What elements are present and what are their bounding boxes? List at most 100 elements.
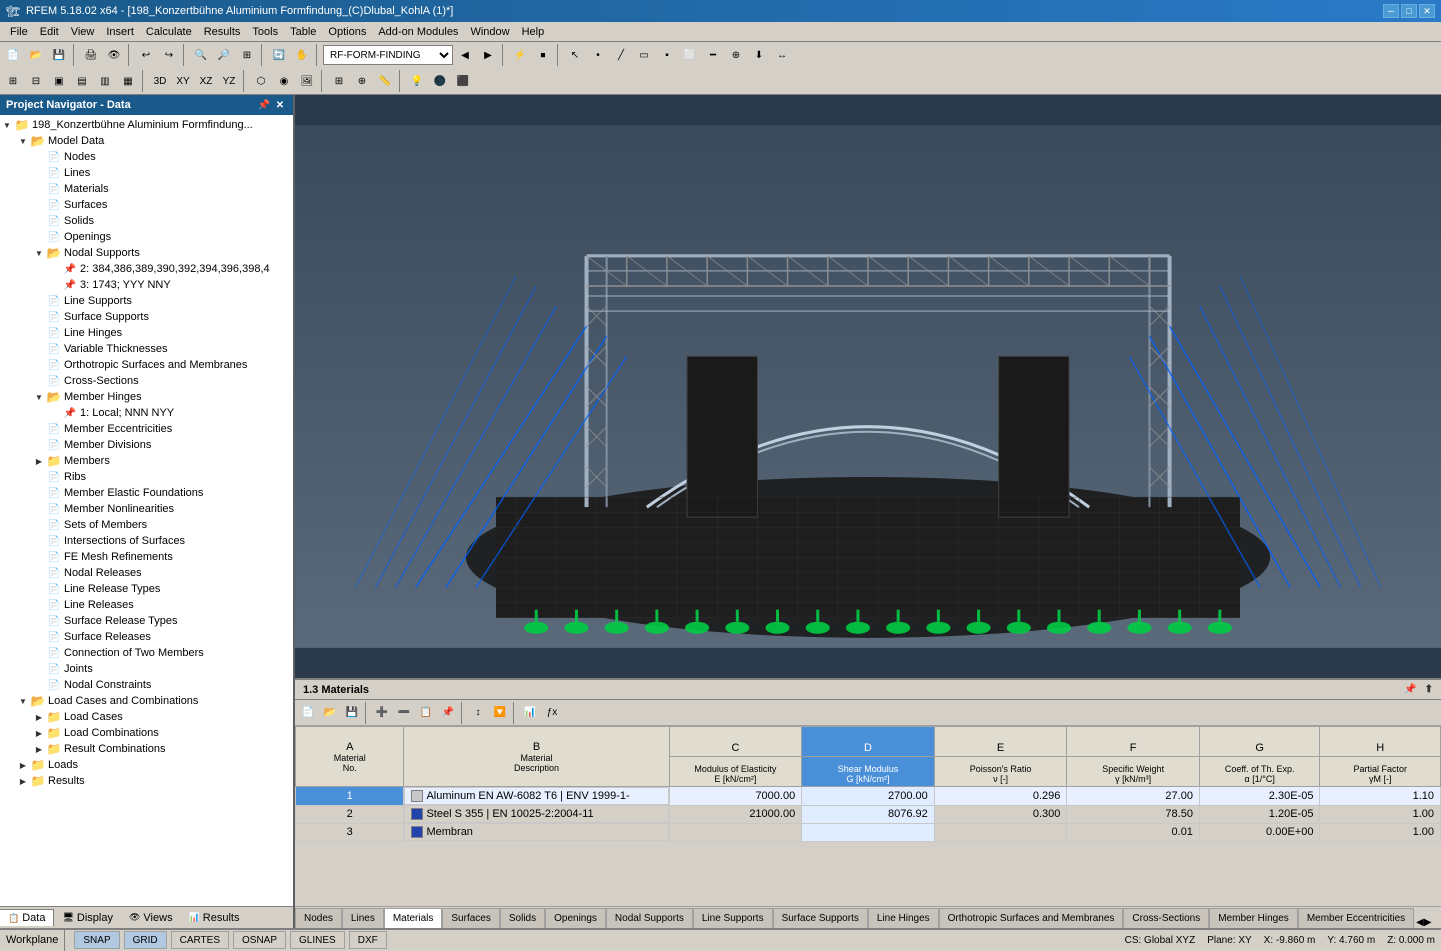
tree-item[interactable]: 📄Surfaces <box>0 197 293 213</box>
menu-tools[interactable]: Tools <box>246 25 284 39</box>
tree-item[interactable]: 📄Sets of Members <box>0 517 293 533</box>
tb-node[interactable]: • <box>587 44 609 66</box>
tb-save[interactable]: 💾 <box>48 44 70 66</box>
tb-r3[interactable]: ▣ <box>48 70 70 92</box>
addon-selector[interactable]: RF-FORM-FINDING <box>323 45 453 65</box>
data-tab-surfaces[interactable]: Surfaces <box>442 908 499 928</box>
status-glines[interactable]: GLINES <box>290 931 345 949</box>
nav-tab-display[interactable]: 🖥 Display <box>54 910 121 926</box>
tree-item[interactable]: ▼📁198_Konzertbühne Aluminium Formfindung… <box>0 117 293 133</box>
th-col-a[interactable]: A MaterialNo. <box>296 727 404 787</box>
dt-graph[interactable]: 📊 <box>519 702 541 724</box>
tree-item[interactable]: 📄Openings <box>0 229 293 245</box>
tb-preview[interactable]: 👁 <box>103 44 125 66</box>
data-tab-nodal-supports[interactable]: Nodal Supports <box>606 908 693 928</box>
tree-item[interactable]: 📌1: Local; NNN NYY <box>0 405 293 421</box>
tree-item[interactable]: 📄Intersections of Surfaces <box>0 533 293 549</box>
tree-item[interactable]: ▶📁Result Combinations <box>0 741 293 757</box>
tb-r5[interactable]: ▥ <box>94 70 116 92</box>
dt-open[interactable]: 📂 <box>319 702 341 724</box>
tb-view-side[interactable]: YZ <box>218 70 240 92</box>
th-col-h[interactable]: H <box>1320 727 1441 757</box>
tree-item[interactable]: 📄Member Elastic Foundations <box>0 485 293 501</box>
menu-options[interactable]: Options <box>322 25 372 39</box>
tb-redo[interactable]: ↪ <box>158 44 180 66</box>
minimize-btn[interactable]: ─ <box>1383 4 1399 18</box>
tree-item[interactable]: 📄Lines <box>0 165 293 181</box>
tb-solid[interactable]: ▪ <box>656 44 678 66</box>
tree-item[interactable]: 📄Member Divisions <box>0 437 293 453</box>
data-tab-surface-supports[interactable]: Surface Supports <box>773 908 868 928</box>
th-col-g-sub[interactable]: Coeff. of Th. Exp.α [1/°C] <box>1199 757 1320 787</box>
tb-r6[interactable]: ▦ <box>117 70 139 92</box>
tree-item[interactable]: ▶📁Load Combinations <box>0 725 293 741</box>
tb-view-top[interactable]: XY <box>172 70 194 92</box>
tb-stop[interactable]: ⏹ <box>532 44 554 66</box>
tree-item[interactable]: 📄Joints <box>0 661 293 677</box>
data-section-pin[interactable]: 📌 <box>1404 684 1416 695</box>
tb-next[interactable]: ▶ <box>477 44 499 66</box>
tree-item[interactable]: 📄Cross-Sections <box>0 373 293 389</box>
tree-item[interactable]: ▶📁Load Cases <box>0 709 293 725</box>
tree-item[interactable]: 📌3: 1743; YYY NNY <box>0 277 293 293</box>
tb-undo[interactable]: ↩ <box>135 44 157 66</box>
tb-light[interactable]: 💡 <box>406 70 428 92</box>
menu-table[interactable]: Table <box>284 25 322 39</box>
menu-help[interactable]: Help <box>516 25 551 39</box>
data-section-maxmin[interactable]: ⬆ <box>1425 684 1433 695</box>
nav-tab-views[interactable]: 👁 Views <box>121 910 181 926</box>
data-tab-cross-sections[interactable]: Cross-Sections <box>1123 908 1209 928</box>
tb-shadow[interactable]: 🌑 <box>429 70 451 92</box>
menu-results[interactable]: Results <box>198 25 247 39</box>
tree-container[interactable]: ▼📁198_Konzertbühne Aluminium Formfindung… <box>0 115 293 906</box>
tb-r2[interactable]: ⊟ <box>25 70 47 92</box>
th-col-e[interactable]: E <box>934 727 1067 757</box>
th-col-g[interactable]: G <box>1199 727 1320 757</box>
tb-surface[interactable]: ▭ <box>633 44 655 66</box>
tb-pan[interactable]: ✋ <box>291 44 313 66</box>
th-col-h-sub[interactable]: Partial FactorγM [-] <box>1320 757 1441 787</box>
dt-sort[interactable]: ↕ <box>467 702 489 724</box>
tb-wire[interactable]: ⬡ <box>250 70 272 92</box>
tb-r1[interactable]: ⊞ <box>2 70 24 92</box>
status-osnap[interactable]: OSNAP <box>233 931 286 949</box>
tree-item[interactable]: 📄Connection of Two Members <box>0 645 293 661</box>
th-col-d-sub[interactable]: Shear ModulusG [kN/cm²] <box>802 757 935 787</box>
tree-item[interactable]: 📄Nodes <box>0 149 293 165</box>
th-col-d[interactable]: D <box>802 727 935 757</box>
tree-item[interactable]: 📄Materials <box>0 181 293 197</box>
menu-window[interactable]: Window <box>464 25 515 39</box>
dt-copy[interactable]: 📋 <box>415 702 437 724</box>
tb-opening[interactable]: ⬜ <box>679 44 701 66</box>
tree-item[interactable]: 📄Line Hinges <box>0 325 293 341</box>
tree-item[interactable]: ▼📂Load Cases and Combinations <box>0 693 293 709</box>
table-row[interactable]: 2 Steel S 355 | EN 10025-2:2004-11 21000… <box>296 805 1441 823</box>
tb-r4[interactable]: ▤ <box>71 70 93 92</box>
table-wrap[interactable]: A MaterialNo. B MaterialDescription C D … <box>295 726 1441 906</box>
tb-zoom-in[interactable]: 🔍 <box>190 44 212 66</box>
menu-file[interactable]: File <box>4 25 34 39</box>
tree-item[interactable]: 📌2: 384,386,389,390,392,394,396,398,4 <box>0 261 293 277</box>
tree-item[interactable]: 📄Line Supports <box>0 293 293 309</box>
tb-zoom-fit[interactable]: ⊞ <box>236 44 258 66</box>
nav-tab-results[interactable]: 📊 Results <box>181 910 248 926</box>
tb-view-3d[interactable]: 3D <box>149 70 171 92</box>
tree-item[interactable]: 📄FE Mesh Refinements <box>0 549 293 565</box>
3d-view[interactable] <box>295 95 1441 678</box>
tb-constraint[interactable]: ⊕ <box>725 44 747 66</box>
dt-formula[interactable]: ƒx <box>541 702 563 724</box>
tree-item[interactable]: 📄Variable Thicknesses <box>0 341 293 357</box>
tab-scroll-left[interactable]: ◀ <box>1416 917 1424 928</box>
tree-item[interactable]: ▶📁Loads <box>0 757 293 773</box>
tree-item[interactable]: 📄Ribs <box>0 469 293 485</box>
tb-persp[interactable]: ⬛ <box>452 70 474 92</box>
data-tab-nodes[interactable]: Nodes <box>295 908 342 928</box>
tb-zoom-out[interactable]: 🔎 <box>213 44 235 66</box>
tb-line[interactable]: ╱ <box>610 44 632 66</box>
th-col-c-sub[interactable]: Modulus of ElasticityE [kN/cm²] <box>669 757 802 787</box>
data-tab-member-hinges[interactable]: Member Hinges <box>1209 908 1298 928</box>
data-tab-orthotropic[interactable]: Orthotropic Surfaces and Membranes <box>939 908 1124 928</box>
dt-save[interactable]: 💾 <box>341 702 363 724</box>
tree-item[interactable]: 📄Surface Release Types <box>0 613 293 629</box>
menu-insert[interactable]: Insert <box>100 25 140 39</box>
